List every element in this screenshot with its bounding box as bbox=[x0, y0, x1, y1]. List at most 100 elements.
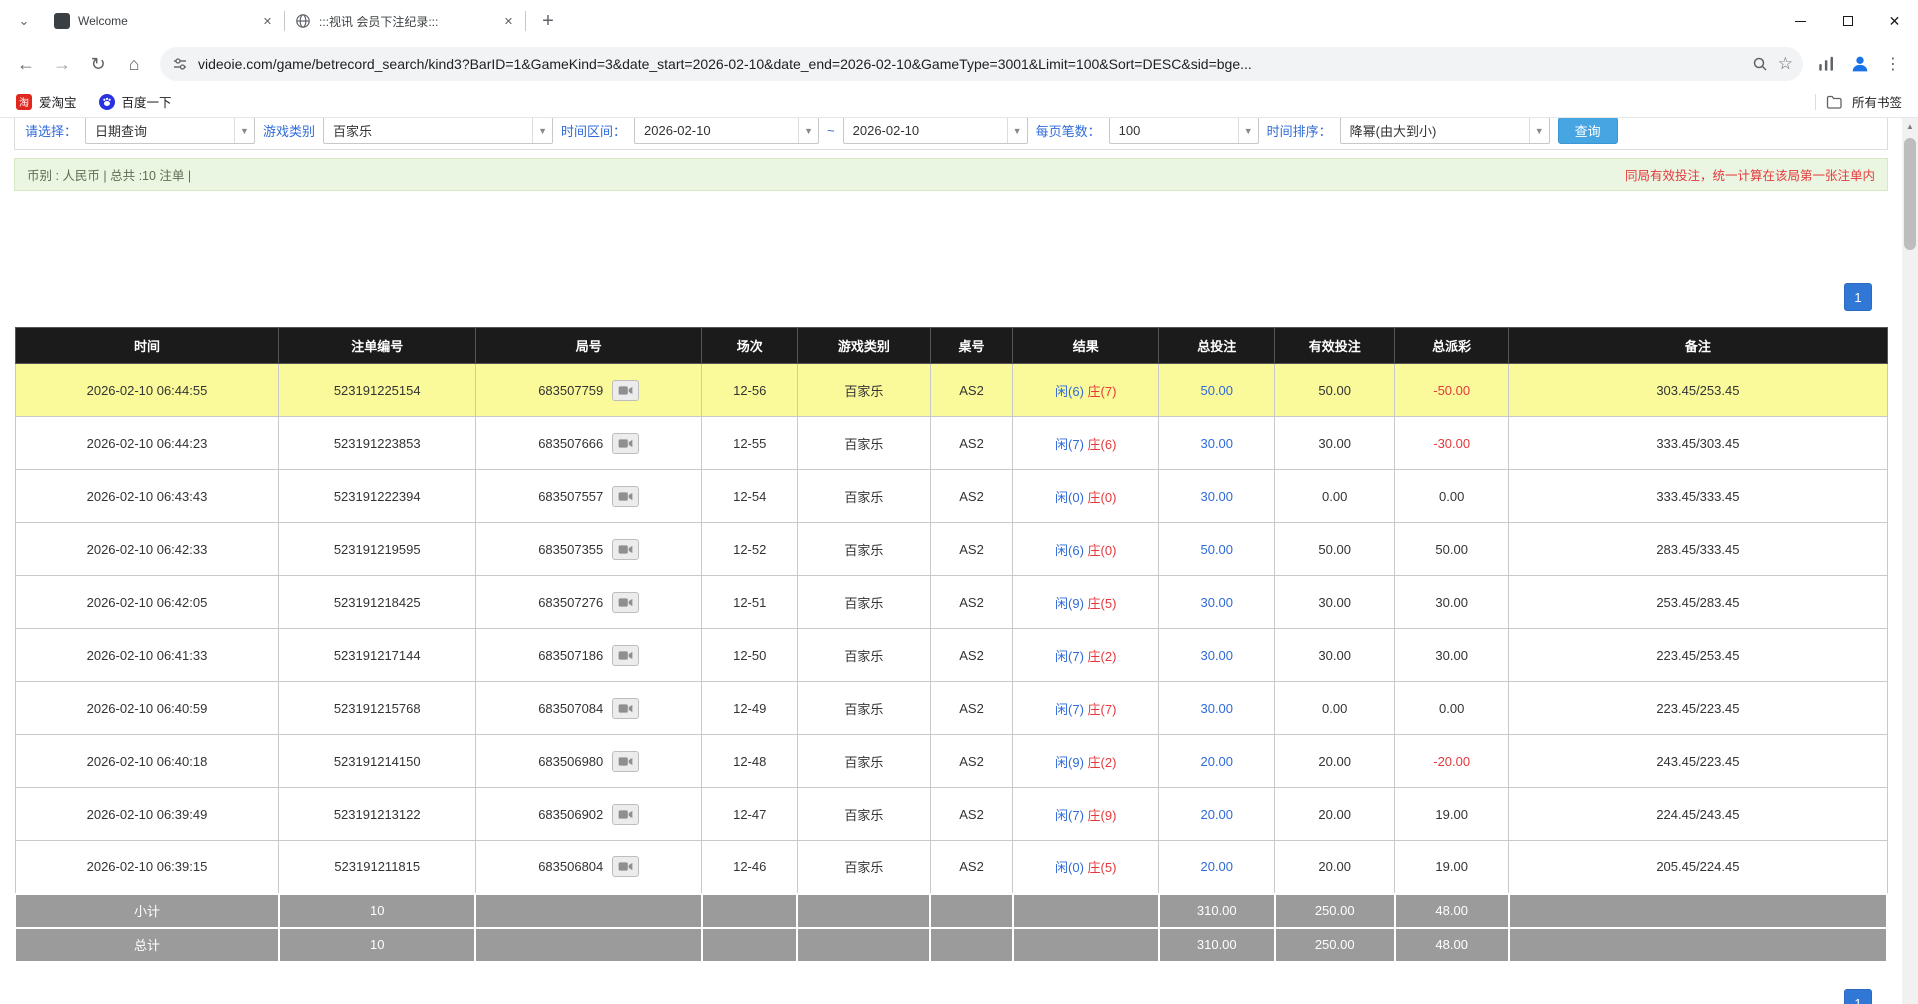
cell-total-bet[interactable]: 50.00 bbox=[1159, 364, 1275, 417]
cell-total-bet[interactable]: 30.00 bbox=[1159, 417, 1275, 470]
maximize-button[interactable] bbox=[1824, 0, 1871, 42]
round-number: 683507557 bbox=[538, 489, 603, 504]
summary-label: 小计 bbox=[15, 894, 279, 928]
replay-video-icon[interactable] bbox=[612, 486, 639, 507]
summary-payout: 48.00 bbox=[1395, 928, 1509, 962]
round-number: 683507276 bbox=[538, 595, 603, 610]
url-bar[interactable]: videoie.com/game/betrecord_search/kind3?… bbox=[160, 47, 1803, 81]
cell-game-type: 百家乐 bbox=[797, 417, 930, 470]
replay-video-icon[interactable] bbox=[612, 698, 639, 719]
cell-note: 223.45/253.45 bbox=[1509, 629, 1887, 682]
cell-payout: 50.00 bbox=[1395, 523, 1509, 576]
page-number-button[interactable]: 1 bbox=[1844, 989, 1872, 1004]
cell-time: 2026-02-10 06:42:33 bbox=[15, 523, 279, 576]
minimize-button[interactable] bbox=[1777, 0, 1824, 42]
sort-select[interactable]: 降幂(由大到小) ▼ bbox=[1340, 118, 1550, 144]
cell-bet-id: 523191215768 bbox=[279, 682, 476, 735]
vertical-scrollbar[interactable]: ▲ bbox=[1902, 118, 1918, 1004]
cell-total-bet[interactable]: 30.00 bbox=[1159, 470, 1275, 523]
currency-summary-text: 币别 : 人民币 | 总共 :10 注单 | bbox=[27, 165, 191, 184]
sort-label: 时间排序： bbox=[1267, 121, 1332, 140]
cell-total-bet[interactable]: 20.00 bbox=[1159, 841, 1275, 894]
back-icon[interactable]: ← bbox=[10, 48, 42, 80]
cell-time: 2026-02-10 06:43:43 bbox=[15, 470, 279, 523]
cell-time: 2026-02-10 06:42:05 bbox=[15, 576, 279, 629]
table-row: 2026-02-10 06:44:23523191223853683507666… bbox=[15, 417, 1887, 470]
tab-search-button[interactable]: ⌄ bbox=[10, 7, 38, 35]
result-player: 闲(9) bbox=[1055, 755, 1084, 770]
zoom-icon[interactable] bbox=[1752, 56, 1768, 72]
reload-icon[interactable]: ↻ bbox=[82, 48, 114, 80]
cell-total-bet[interactable]: 30.00 bbox=[1159, 629, 1275, 682]
bookmarks-bar: 淘 爱淘宝 百度一下 所有书签 bbox=[0, 86, 1918, 118]
close-button[interactable]: ✕ bbox=[1871, 0, 1918, 42]
date-end-select[interactable]: 2026-02-10 ▼ bbox=[843, 118, 1028, 144]
new-tab-button[interactable]: + bbox=[534, 7, 562, 35]
cell-table: AS2 bbox=[930, 417, 1012, 470]
cell-game-type: 百家乐 bbox=[797, 523, 930, 576]
browser-menu-icon[interactable]: ⋮ bbox=[1885, 54, 1902, 74]
cell-total-bet[interactable]: 50.00 bbox=[1159, 523, 1275, 576]
cell-session: 12-54 bbox=[702, 470, 797, 523]
page-content: 请选择： 日期查询 ▼ 游戏类别 百家乐 ▼ 时间区间： 2026-02-10 … bbox=[0, 118, 1902, 1004]
cell-round: 683507355 bbox=[475, 523, 702, 576]
summary-count: 10 bbox=[279, 928, 476, 962]
replay-video-icon[interactable] bbox=[612, 856, 639, 877]
result-banker: 庄(0) bbox=[1088, 490, 1117, 505]
replay-video-icon[interactable] bbox=[612, 751, 639, 772]
scroll-up-arrow-icon[interactable]: ▲ bbox=[1902, 118, 1918, 135]
tab-close-icon[interactable]: ✕ bbox=[500, 13, 517, 30]
pagination-bottom: 1 bbox=[1844, 989, 1872, 1004]
cell-game-type: 百家乐 bbox=[797, 364, 930, 417]
tab-title: Welcome bbox=[78, 14, 251, 28]
cell-total-bet[interactable]: 20.00 bbox=[1159, 735, 1275, 788]
summary-total-bet: 310.00 bbox=[1159, 894, 1275, 928]
scrollbar-thumb[interactable] bbox=[1904, 138, 1916, 250]
replay-video-icon[interactable] bbox=[612, 592, 639, 613]
replay-video-icon[interactable] bbox=[612, 380, 639, 401]
bookmark-baidu[interactable]: 百度一下 bbox=[99, 92, 172, 111]
search-button[interactable]: 查询 bbox=[1558, 118, 1618, 144]
url-text[interactable]: videoie.com/game/betrecord_search/kind3?… bbox=[198, 56, 1742, 72]
cell-round: 683507557 bbox=[475, 470, 702, 523]
bookmark-aitaobao[interactable]: 淘 爱淘宝 bbox=[16, 92, 77, 111]
replay-video-icon[interactable] bbox=[612, 539, 639, 560]
home-icon[interactable]: ⌂ bbox=[118, 48, 150, 80]
round-number: 683507355 bbox=[538, 542, 603, 557]
bookmark-star-icon[interactable]: ☆ bbox=[1778, 54, 1793, 74]
all-bookmarks-label: 所有书签 bbox=[1852, 92, 1902, 111]
cell-result: 闲(9) 庄(5) bbox=[1013, 576, 1159, 629]
cell-payout: 0.00 bbox=[1395, 470, 1509, 523]
summary-empty bbox=[930, 928, 1012, 962]
cell-total-bet[interactable]: 30.00 bbox=[1159, 576, 1275, 629]
tab-betrecord[interactable]: :::视讯 会员下注纪录::: ✕ bbox=[285, 3, 525, 39]
cell-payout: 19.00 bbox=[1395, 788, 1509, 841]
tab-welcome[interactable]: Welcome ✕ bbox=[44, 3, 284, 39]
round-number: 683507759 bbox=[538, 383, 603, 398]
summary-empty bbox=[797, 894, 930, 928]
per-page-value: 100 bbox=[1110, 123, 1238, 138]
result-banker: 庄(2) bbox=[1088, 649, 1117, 664]
game-category-select[interactable]: 百家乐 ▼ bbox=[323, 118, 553, 144]
media-control-icon[interactable] bbox=[1817, 55, 1835, 73]
tab-close-icon[interactable]: ✕ bbox=[259, 13, 276, 30]
replay-video-icon[interactable] bbox=[612, 433, 639, 454]
date-start-select[interactable]: 2026-02-10 ▼ bbox=[634, 118, 819, 144]
replay-video-icon[interactable] bbox=[612, 804, 639, 825]
page-number-button[interactable]: 1 bbox=[1844, 283, 1872, 311]
replay-video-icon[interactable] bbox=[612, 645, 639, 666]
summary-valid-bet: 250.00 bbox=[1275, 894, 1395, 928]
cell-session: 12-50 bbox=[702, 629, 797, 682]
table-row: 2026-02-10 06:40:59523191215768683507084… bbox=[15, 682, 1887, 735]
per-page-select[interactable]: 100 ▼ bbox=[1109, 118, 1259, 144]
site-info-icon[interactable] bbox=[172, 56, 188, 72]
all-bookmarks[interactable]: 所有书签 bbox=[1815, 92, 1902, 111]
forward-icon[interactable]: → bbox=[46, 48, 78, 80]
cell-total-bet[interactable]: 30.00 bbox=[1159, 682, 1275, 735]
cell-total-bet[interactable]: 20.00 bbox=[1159, 788, 1275, 841]
tab-title: :::视讯 会员下注纪录::: bbox=[319, 13, 492, 30]
query-type-select[interactable]: 日期查询 ▼ bbox=[85, 118, 255, 144]
profile-avatar-icon[interactable] bbox=[1849, 53, 1871, 75]
col-header-payout: 总派彩 bbox=[1395, 328, 1509, 364]
query-type-value: 日期查询 bbox=[86, 121, 234, 140]
